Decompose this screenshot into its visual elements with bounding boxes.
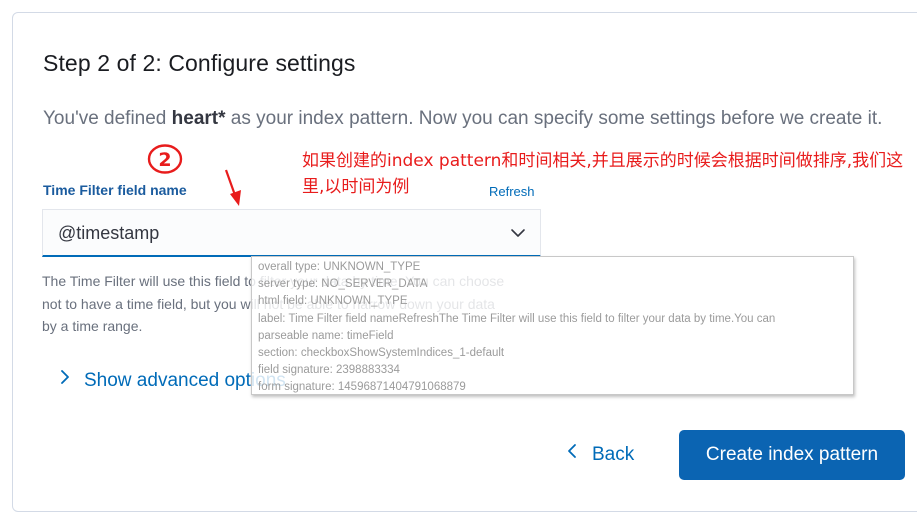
time-field-select[interactable]: @timestamp: [42, 209, 541, 257]
tooltip-line: overall type: UNKNOWN_TYPE: [258, 261, 421, 273]
time-field-label: Time Filter field name: [43, 182, 187, 198]
tooltip-line: label: Time Filter field nameRefreshThe …: [258, 312, 776, 325]
page-title: Step 2 of 2: Configure settings: [43, 50, 356, 76]
chevron-right-icon: [61, 370, 69, 384]
time-field-value: @timestamp: [58, 223, 160, 243]
back-button-label: Back: [592, 444, 635, 465]
description-prefix: You've defined: [43, 108, 172, 129]
index-pattern-name: heart*: [171, 108, 226, 129]
tooltip-line: server type: NO_SERVER_DATA: [258, 278, 428, 291]
chevron-down-icon: [511, 229, 525, 237]
chevron-left-icon: [568, 444, 576, 458]
annotation-arrow-icon: [224, 169, 241, 206]
tooltip-line: section: checkboxShowSystemIndices_1-def…: [258, 347, 505, 360]
tooltip-line: field signature: 2398883334: [258, 364, 400, 377]
tooltip-line: html field: UNKNOWN_TYPE: [258, 295, 408, 308]
annotation-note: 如果创建的index pattern和时间相关,并且展示的时候会根据时间做排序,…: [302, 151, 904, 197]
tooltip-line: parseable name: timeField: [258, 329, 394, 342]
back-button[interactable]: Back: [566, 442, 634, 466]
create-index-pattern-button[interactable]: Create index pattern: [679, 430, 905, 480]
step-description: You've defined heart* as your index patt…: [43, 104, 908, 134]
annotation-number: 2: [158, 149, 171, 171]
description-suffix: as your index pattern. Now you can speci…: [225, 108, 883, 129]
annotation-number-circle: 2: [147, 144, 183, 174]
field-inspector-tooltip: overall type: UNKNOWN_TYPE server type: …: [251, 256, 854, 395]
tooltip-line: form signature: 14596871404791068879: [258, 381, 466, 394]
